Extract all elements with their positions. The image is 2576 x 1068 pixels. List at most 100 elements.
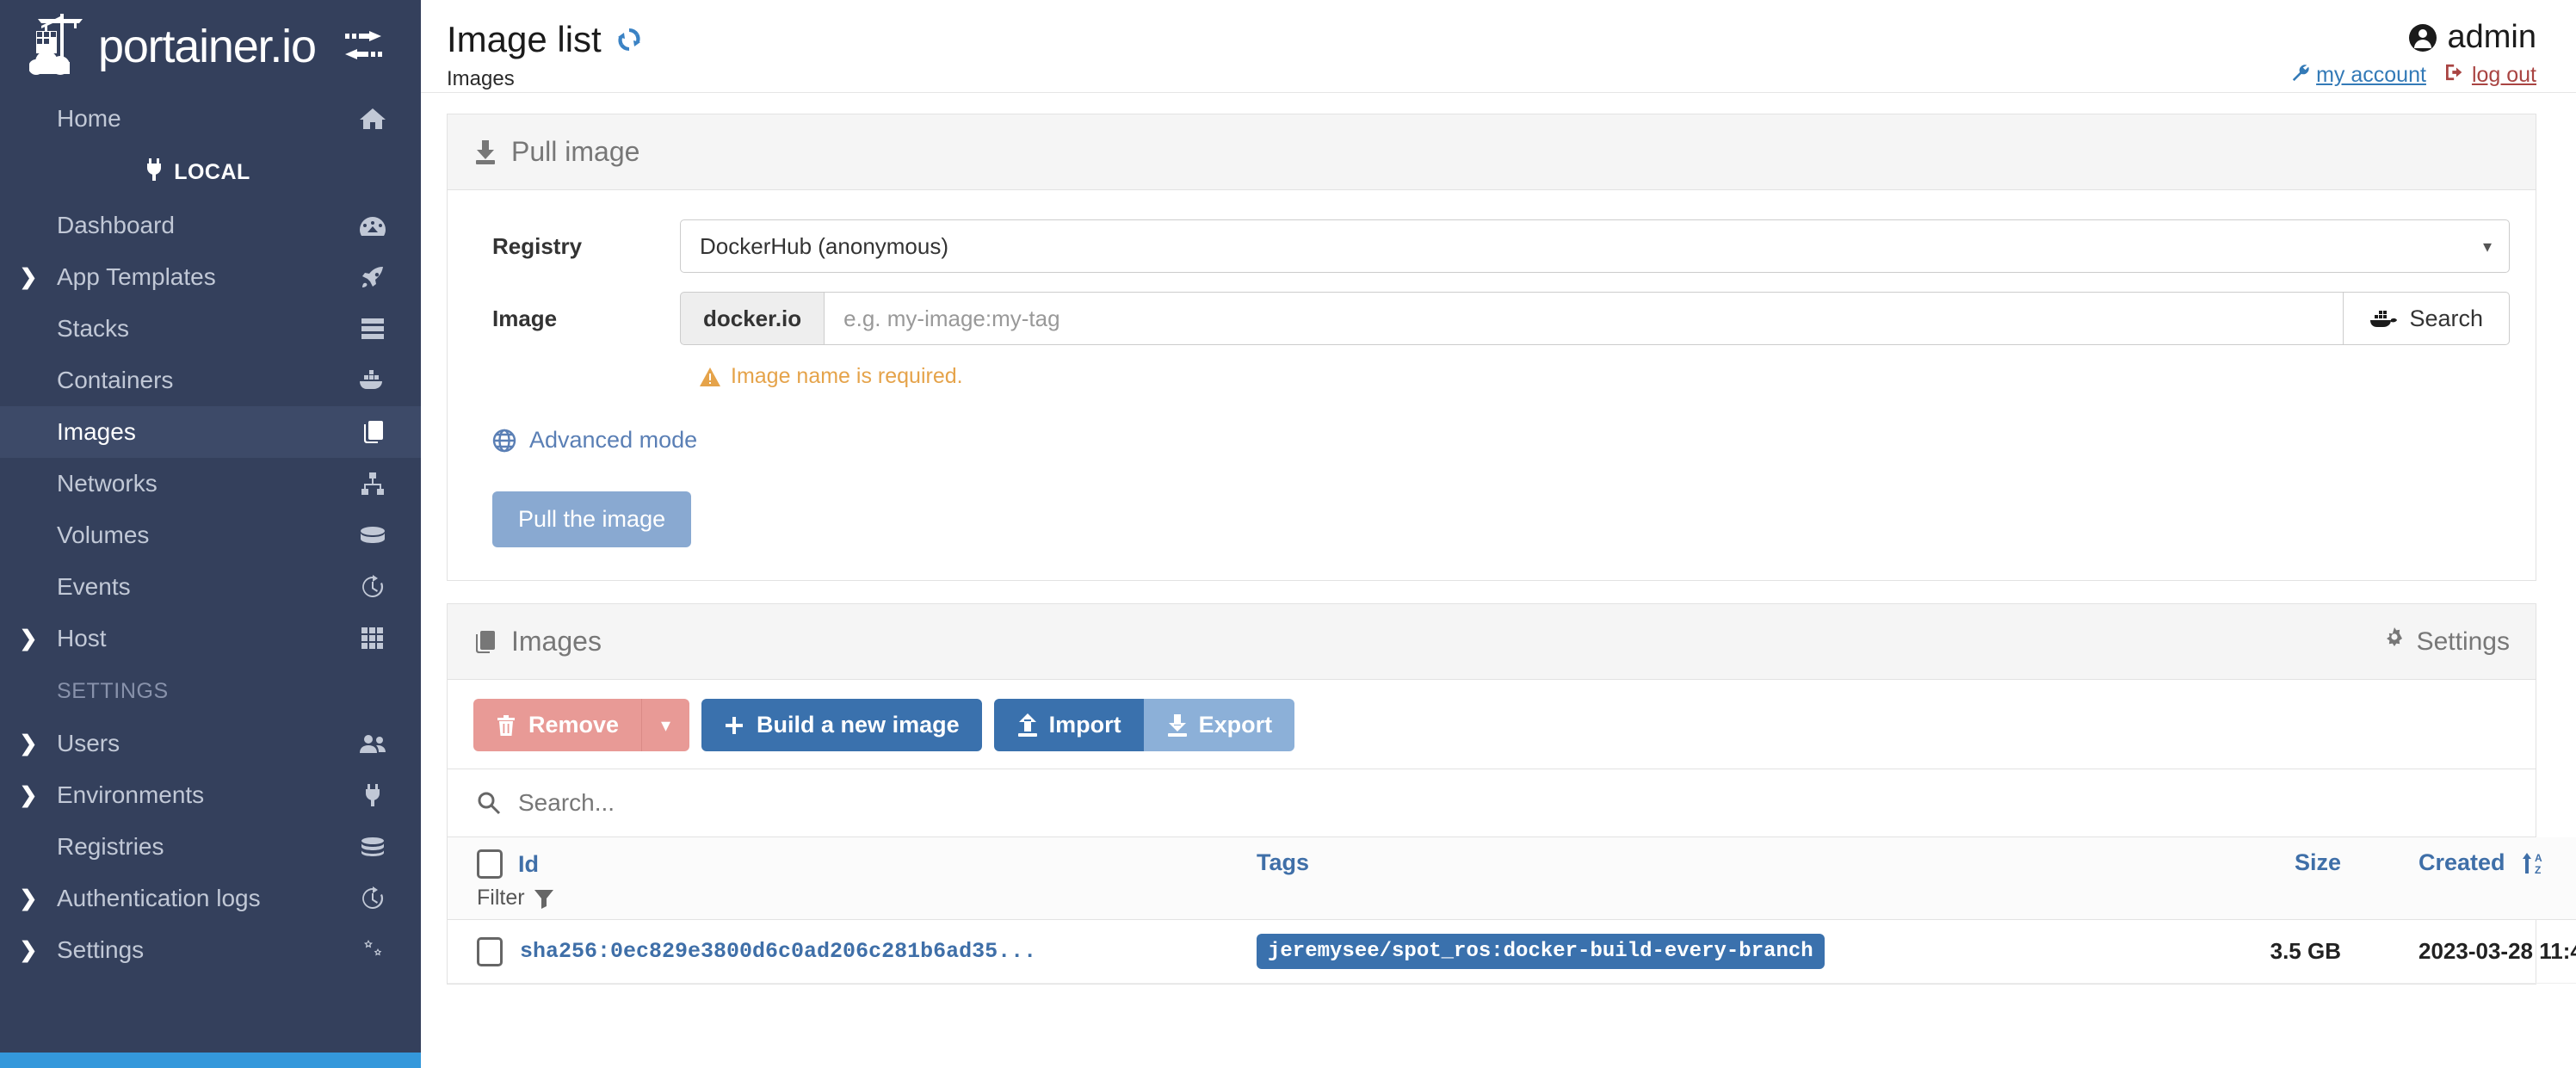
svg-text:Z: Z	[2535, 864, 2541, 876]
build-new-image-button[interactable]: Build a new image	[701, 699, 982, 751]
search-icon	[477, 791, 501, 815]
sidebar-item-environments[interactable]: ❯ Environments	[0, 769, 421, 821]
sidebar-item-stacks[interactable]: ❯ Stacks	[0, 303, 421, 355]
images-panel: Images Settings Remove ▾ Build a new ima…	[447, 603, 2576, 985]
chevron-right-icon[interactable]: ❯	[0, 266, 57, 288]
image-row: Image docker.io e.g. my-image:my-tag Sea…	[473, 292, 2510, 345]
sidebar-item-label: Users	[57, 730, 120, 756]
images-icon	[355, 420, 390, 444]
sidebar-item-authentication-logs[interactable]: ❯ Authentication logs	[0, 873, 421, 924]
images-settings-label: Settings	[2416, 627, 2510, 656]
host-icon	[355, 627, 390, 651]
registries-icon	[355, 836, 390, 857]
sidebar-item-dashboard[interactable]: ❯ Dashboard	[0, 200, 421, 251]
images-panel-title: Images	[473, 626, 602, 657]
chevron-right-icon: ❯	[0, 108, 57, 130]
sidebar-logo-row: portainer.io	[0, 0, 421, 93]
sidebar-item-registries[interactable]: ❯ Registries	[0, 821, 421, 873]
chevron-right-icon: ❯	[0, 836, 57, 858]
cell-tags: jeremysee/spot_ros:docker-build-every-br…	[1248, 919, 2160, 984]
export-button[interactable]: Export	[1143, 699, 1295, 751]
toggle-sidebar-icon[interactable]	[343, 29, 390, 64]
home-icon	[355, 107, 390, 131]
sidebar-item-users[interactable]: ❯ Users	[0, 718, 421, 769]
column-header-id-label: Id	[518, 850, 539, 877]
chevron-right-icon[interactable]: ❯	[0, 784, 57, 806]
page-header-right: admin my account log out	[2291, 15, 2536, 88]
logout-label: log out	[2471, 63, 2536, 87]
upload-icon	[1016, 713, 1039, 738]
breadcrumb[interactable]: Images	[447, 67, 645, 91]
sidebar-item-home[interactable]: ❯ Home	[0, 93, 421, 145]
images-search-input[interactable]: Search...	[518, 789, 615, 817]
column-header-id[interactable]: Id Filter	[448, 837, 1248, 920]
user-info: admin	[2291, 19, 2536, 56]
id-header-inner: Id	[477, 849, 1239, 879]
image-name-input[interactable]: e.g. my-image:my-tag	[824, 292, 2344, 345]
account-links: my account log out	[2291, 63, 2536, 88]
chevron-right-icon[interactable]: ❯	[0, 627, 57, 650]
sidebar-item-label: Volumes	[57, 522, 150, 548]
registry-select[interactable]: DockerHub (anonymous) ▾	[680, 219, 2510, 273]
images-panel-header: Images Settings	[448, 604, 2536, 680]
build-new-image-label: Build a new image	[757, 712, 960, 738]
sidebar-item-images[interactable]: ❯ Images	[0, 406, 421, 458]
users-icon	[355, 733, 390, 754]
image-tag-badge[interactable]: jeremysee/spot_ros:docker-build-every-br…	[1257, 934, 1825, 969]
search-image-button[interactable]: Search	[2344, 292, 2510, 345]
column-header-size-label: Size	[2294, 849, 2341, 875]
image-id-link[interactable]: sha256:0ec829e3800d6c0ad206c281b6ad35...	[520, 939, 1036, 964]
images-settings-button[interactable]: Settings	[2382, 627, 2510, 657]
import-button-label: Import	[1048, 712, 1121, 738]
gear-icon	[2382, 627, 2406, 657]
pull-image-title: Pull image	[473, 136, 639, 168]
select-all-checkbox[interactable]	[477, 849, 503, 879]
chevron-down-icon: ▾	[661, 713, 671, 736]
chevron-right-icon[interactable]: ❯	[0, 887, 57, 910]
table-row[interactable]: sha256:0ec829e3800d6c0ad206c281b6ad35...…	[448, 919, 2576, 984]
pull-the-image-button[interactable]: Pull the image	[492, 491, 692, 547]
import-button[interactable]: Import	[993, 699, 1144, 751]
my-account-link[interactable]: my account	[2291, 63, 2426, 88]
logout-link[interactable]: log out	[2445, 63, 2536, 88]
rocket-icon	[355, 265, 390, 289]
sidebar-item-events[interactable]: ❯ Events	[0, 561, 421, 613]
user-circle-icon	[2408, 23, 2437, 52]
networks-icon	[355, 472, 390, 496]
chevron-right-icon: ❯	[0, 473, 57, 495]
sidebar-item-settings[interactable]: ❯ Settings	[0, 924, 421, 976]
svg-text:A: A	[2535, 852, 2542, 864]
image-registry-prefix: docker.io	[680, 292, 825, 345]
advanced-mode-label: Advanced mode	[529, 427, 698, 453]
registry-row: Registry DockerHub (anonymous) ▾	[473, 219, 2510, 273]
column-header-size[interactable]: Size	[2160, 837, 2350, 920]
images-search-row[interactable]: Search...	[448, 769, 2536, 837]
warning-triangle-icon	[699, 367, 721, 387]
remove-dropdown-toggle[interactable]: ▾	[641, 699, 690, 751]
id-filter[interactable]: Filter	[477, 886, 1239, 911]
image-name-error: Image name is required.	[473, 364, 2510, 389]
sidebar-item-app-templates[interactable]: ❯ App Templates	[0, 251, 421, 303]
sidebar-item-networks[interactable]: ❯ Networks	[0, 458, 421, 509]
sidebar-item-label: Images	[57, 418, 136, 445]
chevron-right-icon[interactable]: ❯	[0, 732, 57, 755]
image-input-group: docker.io e.g. my-image:my-tag Search	[680, 292, 2510, 345]
advanced-mode-link[interactable]: Advanced mode	[473, 427, 2510, 454]
dashboard-icon	[355, 214, 390, 237]
refresh-icon[interactable]	[614, 24, 645, 55]
column-header-tags[interactable]: Tags	[1248, 837, 2160, 920]
plus-icon	[724, 713, 746, 738]
sidebar-item-containers[interactable]: ❯ Containers	[0, 355, 421, 406]
portainer-logo-icon	[28, 12, 103, 81]
sidebar-item-volumes[interactable]: ❯ Volumes	[0, 509, 421, 561]
chevron-right-icon: ❯	[0, 370, 57, 392]
remove-button[interactable]: Remove	[473, 699, 642, 751]
row-select-checkbox[interactable]	[477, 936, 503, 966]
pull-image-title-text: Pull image	[511, 136, 640, 167]
sidebar-item-host[interactable]: ❯ Host	[0, 613, 421, 664]
page-title: Image list	[447, 20, 645, 59]
sidebar-item-label: Registries	[57, 833, 164, 860]
search-button-label: Search	[2409, 305, 2483, 331]
column-header-created[interactable]: Created AZ	[2350, 837, 2576, 920]
chevron-right-icon[interactable]: ❯	[0, 939, 57, 961]
